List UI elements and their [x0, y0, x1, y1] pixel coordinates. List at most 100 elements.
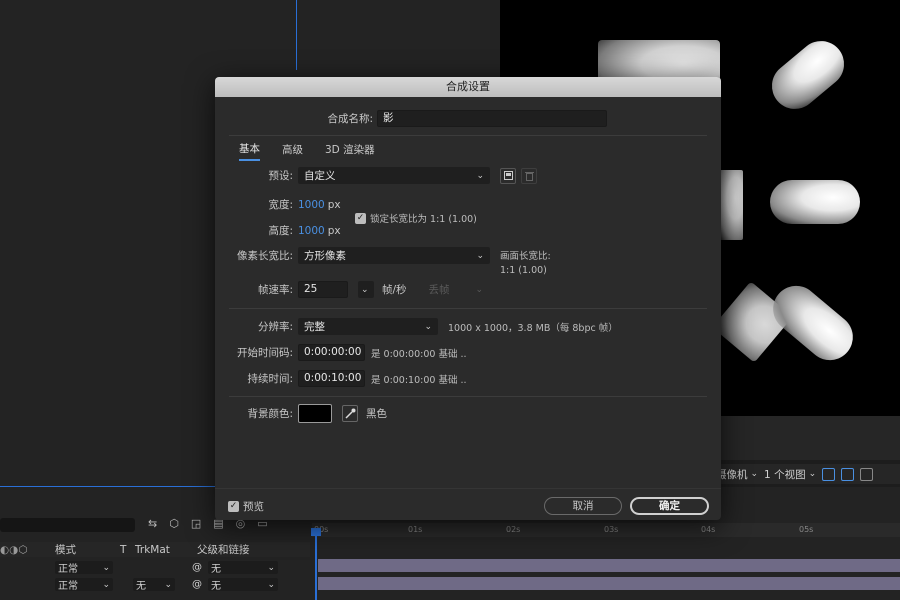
chevron-down-icon: ⌄: [267, 579, 275, 590]
panel-divider: [296, 0, 297, 70]
mode-value: 正常: [58, 581, 78, 592]
framerate-preset-select[interactable]: ⌄: [358, 281, 374, 298]
mode-select[interactable]: 正常 ⌄: [55, 578, 113, 592]
grid-icon[interactable]: [860, 467, 874, 481]
layer-row[interactable]: 正常 ⌄ @ 无 ⌄: [0, 560, 310, 575]
parent-select[interactable]: 无 ⌄: [208, 578, 278, 592]
chevron-down-icon: ⌄: [475, 284, 484, 295]
ruler-tick: 04s: [701, 525, 716, 534]
eyedropper-icon[interactable]: [342, 405, 358, 422]
shy-icon[interactable]: ◲: [191, 517, 201, 530]
lock-aspect-checkbox[interactable]: ✓: [355, 212, 366, 224]
cube-icon[interactable]: ⬡: [169, 517, 179, 530]
resolution-label: 分辨率:: [257, 321, 293, 333]
start-timecode-input[interactable]: 0:00:00:00: [298, 344, 365, 361]
settings-tabs: 基本 高级 3D 渲染器: [239, 141, 397, 161]
preview-checkbox[interactable]: ✓: [228, 501, 239, 512]
parent-select[interactable]: 无 ⌄: [208, 561, 278, 575]
height-value[interactable]: 1000: [298, 225, 325, 237]
current-time-indicator-head[interactable]: [311, 528, 321, 536]
height-unit: px: [327, 224, 341, 237]
col-parent: 父级和链接: [197, 544, 250, 556]
camera-select[interactable]: 摄像机 ⌄: [716, 467, 758, 482]
trkmat-select[interactable]: 无 ⌄: [133, 578, 175, 592]
parent-value: 无: [211, 564, 221, 575]
timeline-column-header: ◐◑⬡ 模式 T TrkMat 父级和链接: [0, 542, 310, 557]
width-unit: px: [327, 198, 341, 211]
pixel-aspect-row: 像素长宽比: 方形像素 ⌄: [231, 247, 490, 264]
snapshot-icon[interactable]: [841, 467, 855, 481]
resolution-select[interactable]: 完整 ⌄: [298, 318, 438, 335]
chevron-down-icon: ⌄: [164, 579, 172, 590]
switches-icon: ◐◑⬡: [0, 543, 28, 556]
framerate-unit: 帧/秒: [382, 284, 407, 296]
chevron-down-icon: ⌄: [102, 579, 110, 590]
chevron-down-icon: ⌄: [267, 562, 275, 573]
preset-row: 预设: 自定义 ⌄: [255, 167, 537, 184]
preview-row[interactable]: ✓ 预览: [228, 499, 264, 514]
layer-duration-bar[interactable]: [318, 559, 900, 572]
ok-button[interactable]: 确定: [630, 497, 709, 515]
preset-value: 自定义: [304, 170, 336, 182]
tab-basic[interactable]: 基本: [239, 141, 260, 161]
pixel-aspect-select[interactable]: 方形像素 ⌄: [298, 247, 490, 264]
col-t: T: [120, 543, 127, 556]
layer-row[interactable]: 正常 ⌄ 无 ⌄ @ 无 ⌄: [0, 577, 310, 592]
ruler-tick: 02s: [506, 525, 521, 534]
viewer-toolbar: 摄像机 ⌄ 1 个视图 ⌄: [716, 464, 900, 484]
divider: [229, 308, 707, 309]
col-mode: 模式: [55, 544, 76, 556]
tab-3d-renderer[interactable]: 3D 渲染器: [325, 142, 375, 160]
tab-advanced[interactable]: 高级: [282, 142, 303, 160]
current-time-indicator[interactable]: [315, 528, 317, 600]
ruler-tick: 03s: [604, 525, 619, 534]
views-select[interactable]: 1 个视图 ⌄: [764, 467, 816, 482]
bg-color-label: 背景颜色:: [247, 408, 293, 420]
comp-name-row: 合成名称: 影: [315, 110, 607, 127]
framerate-input[interactable]: 25: [298, 281, 348, 298]
layer-duration-bar[interactable]: [318, 577, 900, 590]
resolution-value: 完整: [304, 321, 325, 333]
parent-value: 无: [211, 581, 221, 592]
chevron-down-icon: ⌄: [424, 321, 432, 332]
bg-color-row: 背景颜色: 黑色: [229, 404, 387, 423]
cancel-button[interactable]: 取消: [544, 497, 622, 515]
delete-preset-icon[interactable]: [521, 167, 537, 184]
bg-color-swatch[interactable]: [298, 404, 332, 423]
pickwhip-icon[interactable]: @: [192, 579, 202, 590]
save-preset-icon[interactable]: [500, 167, 516, 184]
chevron-down-icon: ⌄: [102, 562, 110, 573]
graph-icon[interactable]: ⇆: [148, 517, 157, 530]
chevron-down-icon: ⌄: [808, 469, 817, 479]
ruler-tick: 05s: [799, 525, 814, 534]
mode-value: 正常: [58, 564, 78, 575]
start-timecode-row: 开始时间码: 0:00:00:00 是 0:00:00:00 基础 ..: [229, 344, 467, 361]
start-timecode-info: 是 0:00:00:00 基础 ..: [371, 348, 467, 360]
drop-frame-select: 丢帧: [428, 284, 450, 296]
trkmat-value: 无: [136, 581, 146, 592]
preset-select[interactable]: 自定义 ⌄: [298, 167, 490, 184]
mode-select[interactable]: 正常 ⌄: [55, 561, 113, 575]
width-row: 宽度: 1000 px: [255, 197, 341, 212]
duration-input[interactable]: 0:00:10:00: [298, 370, 365, 387]
lock-aspect-row[interactable]: ✓ 锁定长宽比为 1:1 (1.00): [355, 211, 477, 225]
time-ruler[interactable]: 00s 01s 02s 03s 04s 05s: [312, 523, 900, 537]
framerate-label: 帧速率:: [257, 284, 293, 296]
timeline-search-input[interactable]: [0, 518, 135, 532]
chevron-down-icon: ⌄: [361, 284, 369, 295]
divider: [215, 488, 721, 489]
layout-icon[interactable]: [822, 467, 836, 481]
viewer-shape: [718, 170, 743, 240]
width-value[interactable]: 1000: [298, 199, 325, 211]
comp-name-input[interactable]: 影: [377, 110, 607, 127]
preset-label: 预设:: [268, 170, 293, 182]
width-label: 宽度:: [268, 199, 293, 211]
chevron-down-icon: ⌄: [476, 170, 484, 181]
frame-aspect-info: 画面长宽比: 1:1 (1.00): [500, 248, 551, 276]
views-label: 1 个视图: [764, 468, 806, 481]
resolution-info: 1000 x 1000，3.8 MB（每 8bpc 帧）: [448, 322, 618, 334]
pickwhip-icon[interactable]: @: [192, 562, 202, 573]
comp-name-label: 合成名称:: [327, 113, 373, 125]
ruler-tick: 01s: [408, 525, 423, 534]
duration-info: 是 0:00:10:00 基础 ..: [371, 374, 467, 386]
